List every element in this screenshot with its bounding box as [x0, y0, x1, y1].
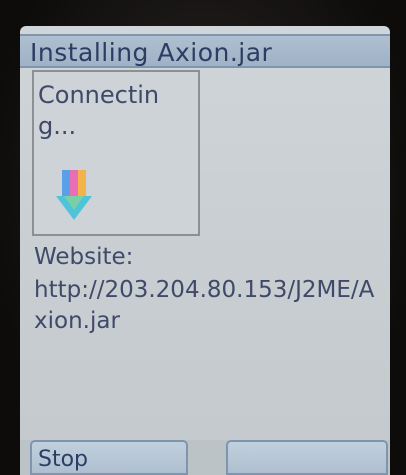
title-bar: Installing Axion.jar	[20, 34, 390, 68]
stop-softkey[interactable]: Stop	[30, 440, 188, 475]
phone-bezel: Installing Axion.jar Connecting... Websi…	[0, 0, 406, 475]
progress-box: Connecting...	[32, 70, 200, 236]
download-arrow-icon	[56, 170, 92, 220]
stop-softkey-label: Stop	[38, 447, 89, 472]
status-text: Connecting...	[38, 81, 160, 140]
website-url: http://203.204.80.153/J2ME/Axion.jar	[34, 277, 375, 334]
phone-screen: Installing Axion.jar Connecting... Websi…	[20, 26, 390, 475]
screen-title: Installing Axion.jar	[30, 38, 273, 67]
right-softkey[interactable]	[226, 440, 388, 475]
website-label: Website:	[34, 244, 134, 270]
